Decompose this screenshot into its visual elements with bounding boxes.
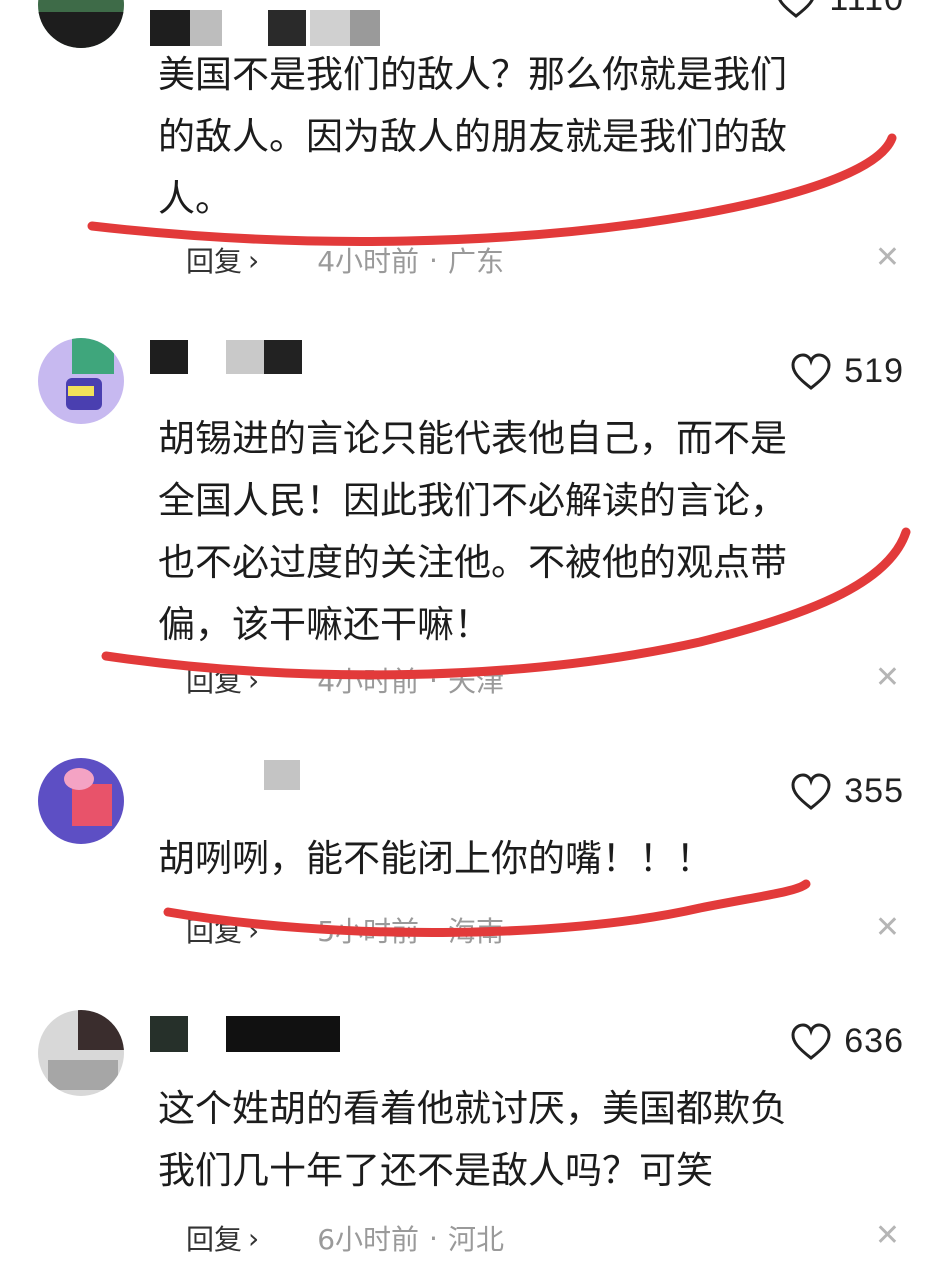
comment-meta: 回复 › 6小时前 · 河北 — [186, 1218, 504, 1258]
location: 河北 — [447, 1223, 504, 1256]
comment-text: 这个姓胡的看着他就讨厌，美国都欺负 我们几十年了还不是敌人吗？可笑 — [158, 1087, 787, 1192]
comment-text: 胡锡进的言论只能代表他自己，而不是 全国人民！因此我们不必解读的言论， 也不必过… — [158, 417, 787, 646]
chevron-right-icon: › — [248, 1221, 260, 1255]
like-count: 636 — [844, 1022, 904, 1060]
username-redacted[interactable] — [150, 340, 310, 376]
location: 天津 — [447, 665, 504, 698]
heart-outline-icon — [778, 0, 814, 18]
reply-button[interactable]: 回复 — [186, 1218, 242, 1258]
chevron-right-icon: › — [248, 663, 260, 697]
avatar[interactable] — [38, 338, 124, 424]
comment-meta: 回复 › 5小时前 · 海南 — [186, 910, 504, 950]
close-icon[interactable]: ✕ — [875, 1218, 900, 1253]
timestamp: 6小时前 — [317, 1223, 420, 1256]
username-redacted[interactable] — [150, 1016, 340, 1052]
separator-dot: · — [429, 663, 438, 697]
comment-text: 美国不是我们的敌人？那么你就是我们 的敌人。因为敌人的朋友就是我们的敌 人。 — [158, 53, 787, 220]
close-icon[interactable]: ✕ — [875, 910, 900, 945]
chevron-right-icon: › — [248, 913, 260, 947]
reply-button[interactable]: 回复 — [186, 240, 242, 280]
like-count: 355 — [844, 772, 904, 810]
like-button[interactable]: 355 — [790, 772, 904, 811]
close-icon[interactable]: ✕ — [875, 240, 900, 275]
timestamp: 5小时前 — [317, 915, 420, 948]
separator-dot: · — [429, 1221, 438, 1255]
like-count: 1110 — [829, 0, 904, 19]
heart-outline-icon — [791, 772, 831, 810]
close-icon[interactable]: ✕ — [875, 660, 900, 695]
location: 广东 — [447, 245, 504, 278]
avatar[interactable] — [38, 0, 124, 48]
like-button[interactable]: 519 — [790, 352, 904, 391]
heart-outline-icon — [791, 352, 831, 390]
username-redacted[interactable] — [264, 760, 304, 796]
like-button[interactable]: 636 — [790, 1022, 904, 1061]
comment-text: 胡咧咧，能不能闭上你的嘴！！！ — [158, 837, 713, 880]
username-redacted[interactable] — [150, 10, 380, 46]
reply-button[interactable]: 回复 — [186, 910, 242, 950]
separator-dot: · — [429, 243, 438, 277]
like-count: 519 — [844, 352, 904, 390]
avatar[interactable] — [38, 1010, 124, 1096]
comment-meta: 回复 › 4小时前 · 广东 — [186, 240, 504, 280]
like-button[interactable]: 1110 — [775, 0, 904, 19]
timestamp: 4小时前 — [317, 665, 420, 698]
avatar[interactable] — [38, 758, 124, 844]
heart-outline-icon — [791, 1022, 831, 1060]
location: 海南 — [447, 915, 504, 948]
separator-dot: · — [429, 913, 438, 947]
comment-meta: 回复 › 4小时前 · 天津 — [186, 660, 504, 700]
chevron-right-icon: › — [248, 243, 260, 277]
reply-button[interactable]: 回复 — [186, 660, 242, 700]
timestamp: 4小时前 — [317, 245, 420, 278]
